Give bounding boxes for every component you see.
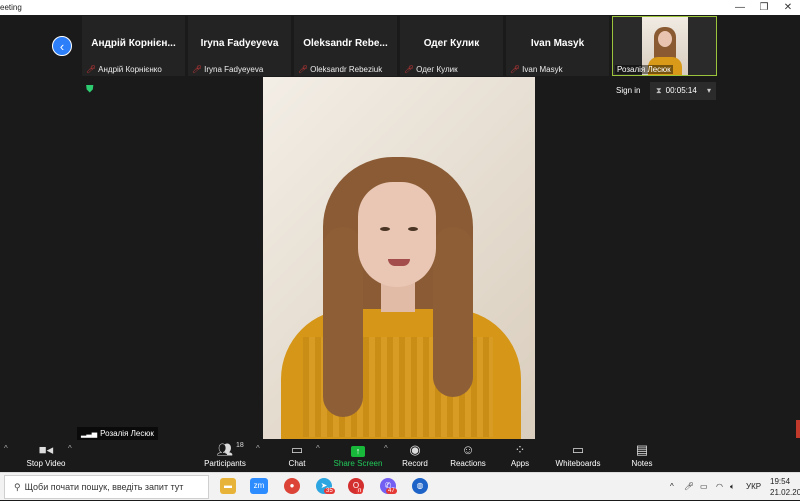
stop-video-button[interactable]: ■◂ Stop Video xyxy=(20,440,72,472)
whiteboards-button[interactable]: ▭ Whiteboards xyxy=(552,440,604,472)
participant-thumbnail[interactable]: Ivan Masyk 🎤︎ Ivan Masyk xyxy=(506,16,609,76)
wifi-icon[interactable]: ◠ xyxy=(716,473,723,501)
muted-mic-icon: 🎤︎ xyxy=(510,65,521,74)
opera-badge: п xyxy=(356,488,364,494)
back-arrow-icon[interactable]: ‹ xyxy=(52,36,72,56)
participant-name-small: 🎤︎ Андрій Корнієнко xyxy=(86,65,162,74)
participant-thumbnail[interactable]: Oleksandr Rebe... 🎤︎ Oleksandr Rebeziuk xyxy=(294,16,397,76)
whiteboard-icon: ▭ xyxy=(571,442,585,457)
restore-button[interactable]: ❐ xyxy=(752,0,776,15)
record-icon: ◉ xyxy=(409,442,421,457)
close-button[interactable]: ✕ xyxy=(776,0,800,15)
participant-thumbnail[interactable]: Одег Кулик 🎤︎ Одег Кулик xyxy=(400,16,503,76)
input-language-indicator[interactable]: УКР xyxy=(746,473,761,501)
taskbar-search-box[interactable]: ⚲ Щоби почати пошук, введіть запит тут xyxy=(4,475,209,499)
notes-button[interactable]: ▤ Notes xyxy=(624,440,660,472)
speaker-volume-icon[interactable]: 🔈︎ xyxy=(730,473,735,501)
speaker-hair-left xyxy=(323,227,363,417)
muted-mic-icon: 🎤︎ xyxy=(298,65,309,74)
speaker-left-eye xyxy=(380,227,390,231)
sign-in-button[interactable]: Sign in xyxy=(612,82,644,100)
hourglass-icon: ⧗ xyxy=(656,86,662,95)
speaker-face xyxy=(358,182,436,287)
security-shield-icon[interactable]: ⛊ xyxy=(86,84,96,95)
muted-mic-icon: 🎤︎ xyxy=(86,65,97,74)
search-icon: ⚲ xyxy=(14,482,21,492)
participant-name-large: Ivan Masyk xyxy=(530,38,585,49)
self-name-label: Розалія Лесюк xyxy=(615,65,673,74)
chat-button[interactable]: ▭ Chat xyxy=(278,440,316,472)
reactions-button[interactable]: ☺ Reactions xyxy=(446,440,490,472)
battery-icon[interactable]: ▭ xyxy=(700,473,708,501)
participant-name-small: 🎤︎ Iryna Fadyeyeva xyxy=(192,65,264,74)
muted-mic-icon: 🎤︎ xyxy=(192,65,203,74)
share-options-caret[interactable]: ^ xyxy=(384,444,388,453)
file-explorer-icon[interactable]: ▬ xyxy=(220,478,236,494)
window-titlebar: eeting — ❐ ✕ xyxy=(0,0,800,15)
participants-count-badge: 18 xyxy=(236,442,244,449)
microphone-icon[interactable]: 🎤︎ xyxy=(684,473,694,501)
self-face xyxy=(658,31,672,47)
speaker-hair-right xyxy=(433,227,473,397)
self-video-thumbnail[interactable]: Розалія Лесюк xyxy=(612,16,717,76)
active-speaker-video xyxy=(263,77,535,439)
window-title: eeting xyxy=(0,3,22,12)
audio-options-caret[interactable]: ^ xyxy=(4,444,8,453)
muted-mic-icon: 🎤︎ xyxy=(404,65,415,74)
speaker-mouth xyxy=(388,259,410,266)
meeting-timer[interactable]: ⧗ 00:05:14 ▾ xyxy=(650,82,716,100)
speaker-right-eye xyxy=(408,227,418,231)
signal-bars-icon: ▂▃▅ xyxy=(81,431,98,438)
clock-date: 21.02.20 xyxy=(770,488,800,497)
zoom-app-icon[interactable]: zm xyxy=(250,478,268,494)
participant-name-small: 🎤︎ Одег Кулик xyxy=(404,65,458,74)
notes-icon: ▤ xyxy=(635,442,649,457)
participant-name-large: Oleksandr Rebe... xyxy=(303,38,388,49)
share-screen-icon: ↑ xyxy=(330,440,386,458)
chat-options-caret[interactable]: ^ xyxy=(316,444,320,453)
chevron-down-icon: ▾ xyxy=(706,86,711,95)
video-options-caret[interactable]: ^ xyxy=(68,444,72,453)
record-button[interactable]: ◉ Record xyxy=(396,440,434,472)
participant-name-large: Одег Кулик xyxy=(423,38,480,49)
clock-time: 19:54 xyxy=(770,477,791,486)
speaker-name-badge: ▂▃▅ Розалія Лесюк xyxy=(77,427,158,440)
windows-taskbar: ⚲ Щоби почати пошук, введіть запит тут ▬ … xyxy=(0,472,800,500)
participant-thumbnail[interactable]: Андрій Корнієн... 🎤︎ Андрій Корнієнко xyxy=(82,16,185,76)
participant-name-small: 🎤︎ Ivan Masyk xyxy=(510,65,563,74)
video-camera-icon: ■◂ xyxy=(38,442,54,457)
apps-button[interactable]: ⁘ Apps xyxy=(502,440,538,472)
show-hidden-icons-chevron[interactable]: ^ xyxy=(670,473,674,501)
participant-name-small: 🎤︎ Oleksandr Rebeziuk xyxy=(298,65,383,74)
viber-badge: 47 xyxy=(386,488,397,494)
apps-icon: ⁘ xyxy=(514,442,526,457)
smiley-icon: ☺ xyxy=(461,442,475,457)
system-clock[interactable]: 19:54 21.02.20 xyxy=(770,476,800,498)
participant-name-large: Iryna Fadyeyeva xyxy=(200,38,279,49)
recording-indicator xyxy=(796,420,800,438)
participants-options-caret[interactable]: ^ xyxy=(256,444,260,453)
meeting-toolbar: ^ ■◂ Stop Video ^ 👥︎ Participants 18 ^ ▭… xyxy=(0,440,800,472)
chrome-icon[interactable]: ● xyxy=(284,478,300,494)
chat-bubble-icon: ▭ xyxy=(290,442,304,457)
participant-name-large: Андрій Корнієн... xyxy=(91,38,176,49)
telegram-badge: 35 xyxy=(324,488,335,494)
share-screen-button[interactable]: ↑ Share Screen xyxy=(330,440,386,472)
participant-thumbnail[interactable]: Iryna Fadyeyeva 🎤︎ Iryna Fadyeyeva xyxy=(188,16,291,76)
globe-app-icon[interactable]: ◍ xyxy=(412,478,428,494)
minimize-button[interactable]: — xyxy=(728,0,752,15)
